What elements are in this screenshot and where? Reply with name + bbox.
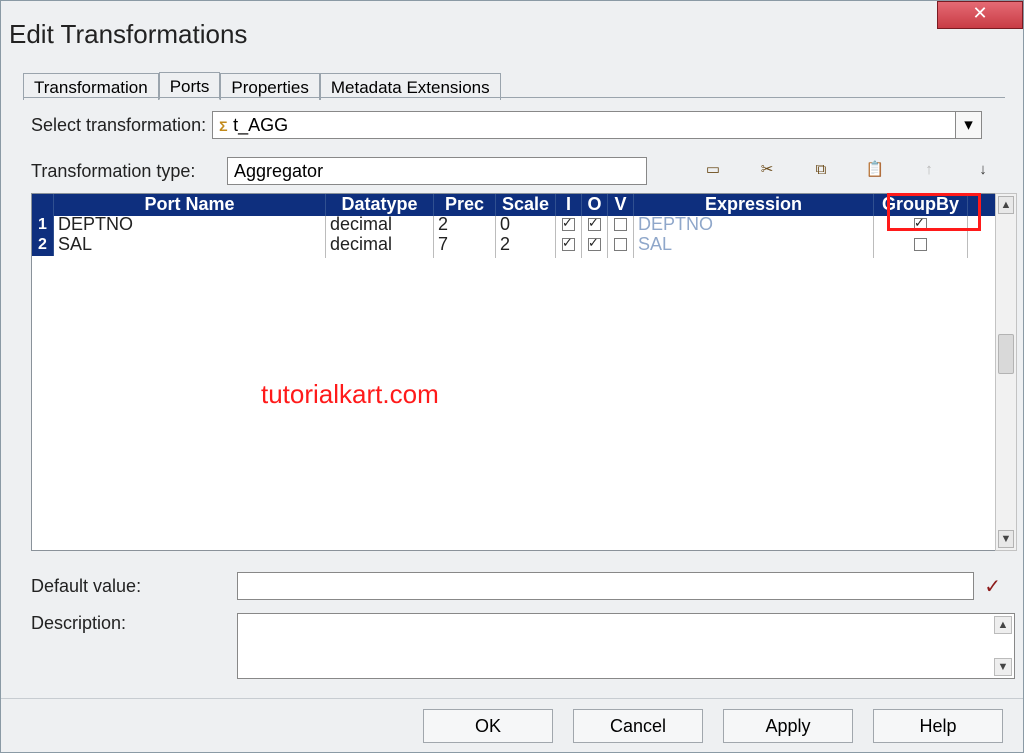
select-transformation-row: Select transformation: Σt_AGG ▾ bbox=[31, 111, 982, 139]
tab-metadata-extensions[interactable]: Metadata Extensions bbox=[320, 73, 501, 100]
cell-port-name[interactable]: SAL bbox=[54, 236, 326, 258]
cell-scale[interactable]: 2 bbox=[496, 236, 556, 258]
scroll-down-icon[interactable]: ▼ bbox=[994, 658, 1012, 676]
col-v[interactable]: V bbox=[608, 194, 634, 216]
close-icon: ✕ bbox=[972, 3, 987, 23]
cell-v[interactable] bbox=[608, 216, 634, 238]
checkbox-icon bbox=[614, 218, 627, 231]
ok-button[interactable]: OK bbox=[423, 709, 553, 743]
close-button[interactable]: ✕ bbox=[937, 1, 1023, 29]
tab-ports[interactable]: Ports bbox=[159, 72, 221, 100]
cancel-button[interactable]: Cancel bbox=[573, 709, 703, 743]
transformation-type-row: Transformation type: Aggregator bbox=[31, 157, 647, 185]
sigma-icon: Σ bbox=[219, 113, 231, 127]
dialog-buttons: OK Cancel Apply Help bbox=[1, 698, 1023, 752]
scroll-up-icon[interactable]: ▲ bbox=[998, 196, 1014, 214]
scroll-up-icon[interactable]: ▲ bbox=[994, 616, 1012, 634]
cell-v[interactable] bbox=[608, 236, 634, 258]
tab-bar: Transformation Ports Properties Metadata… bbox=[23, 69, 501, 99]
cell-groupby[interactable] bbox=[874, 236, 968, 258]
cell-o[interactable] bbox=[582, 236, 608, 258]
description-textarea[interactable]: ▲ ▼ bbox=[237, 613, 1015, 679]
col-prec[interactable]: Prec bbox=[434, 194, 496, 216]
col-i[interactable]: I bbox=[556, 194, 582, 216]
select-transformation-value: t_AGG bbox=[233, 115, 288, 135]
cell-prec[interactable]: 7 bbox=[434, 236, 496, 258]
default-value-label: Default value: bbox=[31, 576, 227, 597]
tab-properties[interactable]: Properties bbox=[220, 73, 319, 100]
transformation-type-label: Transformation type: bbox=[31, 161, 227, 182]
row-number: 1 bbox=[32, 216, 54, 236]
tab-underline bbox=[23, 97, 1005, 98]
copy-icon[interactable]: ⧉ bbox=[811, 159, 831, 179]
cell-datatype[interactable]: decimal bbox=[326, 236, 434, 258]
validate-icon[interactable]: ✓ bbox=[984, 574, 1001, 599]
cell-i[interactable] bbox=[556, 216, 582, 238]
cell-expression[interactable]: SAL bbox=[634, 236, 874, 258]
grid-scrollbar[interactable]: ▲ ▼ bbox=[995, 193, 1017, 551]
new-port-icon[interactable]: ▭ bbox=[703, 159, 723, 179]
checkbox-icon bbox=[588, 218, 601, 231]
cell-i[interactable] bbox=[556, 236, 582, 258]
dropdown-arrow-icon[interactable]: ▾ bbox=[956, 111, 982, 139]
col-datatype[interactable]: Datatype bbox=[326, 194, 434, 216]
col-port-name[interactable]: Port Name bbox=[54, 194, 326, 216]
default-value-row: Default value: ✓ bbox=[31, 571, 1001, 601]
checkbox-icon bbox=[614, 238, 627, 251]
cell-port-name[interactable]: DEPTNO bbox=[54, 216, 326, 238]
select-transformation-dropdown[interactable]: Σt_AGG bbox=[212, 111, 956, 139]
col-o[interactable]: O bbox=[582, 194, 608, 216]
dialog-title: Edit Transformations bbox=[9, 19, 247, 50]
apply-button[interactable]: Apply bbox=[723, 709, 853, 743]
cell-prec[interactable]: 2 bbox=[434, 216, 496, 238]
cell-scale[interactable]: 0 bbox=[496, 216, 556, 238]
move-down-icon[interactable]: ↓ bbox=[973, 159, 993, 179]
cell-expression[interactable]: DEPTNO bbox=[634, 216, 874, 238]
cut-icon[interactable]: ✂ bbox=[757, 159, 777, 179]
checkbox-icon bbox=[914, 238, 927, 251]
checkbox-icon bbox=[588, 238, 601, 251]
select-transformation-label: Select transformation: bbox=[31, 115, 206, 136]
row-number: 2 bbox=[32, 236, 54, 256]
col-groupby[interactable]: GroupBy bbox=[874, 194, 968, 216]
cell-o[interactable] bbox=[582, 216, 608, 238]
grid-header: Port Name Datatype Prec Scale I O V Expr… bbox=[32, 194, 998, 216]
checkbox-icon bbox=[562, 218, 575, 231]
ports-grid[interactable]: Port Name Datatype Prec Scale I O V Expr… bbox=[31, 193, 999, 551]
transformation-type-value: Aggregator bbox=[234, 161, 323, 181]
description-label: Description: bbox=[31, 613, 227, 679]
description-row: Description: ▲ ▼ bbox=[31, 613, 1015, 679]
edit-transformations-dialog: ✕ Edit Transformations Transformation Po… bbox=[0, 0, 1024, 753]
table-row[interactable]: 2 SAL decimal 7 2 SAL bbox=[32, 236, 998, 256]
col-expression[interactable]: Expression bbox=[634, 194, 874, 216]
table-row[interactable]: 1 DEPTNO decimal 2 0 DEPTNO bbox=[32, 216, 998, 236]
checkbox-icon bbox=[914, 218, 927, 231]
transformation-type-field: Aggregator bbox=[227, 157, 647, 185]
move-up-icon[interactable]: ↑ bbox=[919, 159, 939, 179]
scroll-thumb[interactable] bbox=[998, 334, 1014, 374]
tab-transformation[interactable]: Transformation bbox=[23, 73, 159, 100]
cell-groupby[interactable] bbox=[874, 216, 968, 238]
paste-icon[interactable]: 📋 bbox=[865, 159, 885, 179]
cell-datatype[interactable]: decimal bbox=[326, 216, 434, 238]
col-scale[interactable]: Scale bbox=[496, 194, 556, 216]
checkbox-icon bbox=[562, 238, 575, 251]
help-button[interactable]: Help bbox=[873, 709, 1003, 743]
ports-toolbar: ▭ ✂ ⧉ 📋 ↑ ↓ bbox=[703, 159, 993, 179]
default-value-input[interactable] bbox=[237, 572, 974, 600]
watermark-text: tutorialkart.com bbox=[261, 379, 439, 410]
scroll-down-icon[interactable]: ▼ bbox=[998, 530, 1014, 548]
